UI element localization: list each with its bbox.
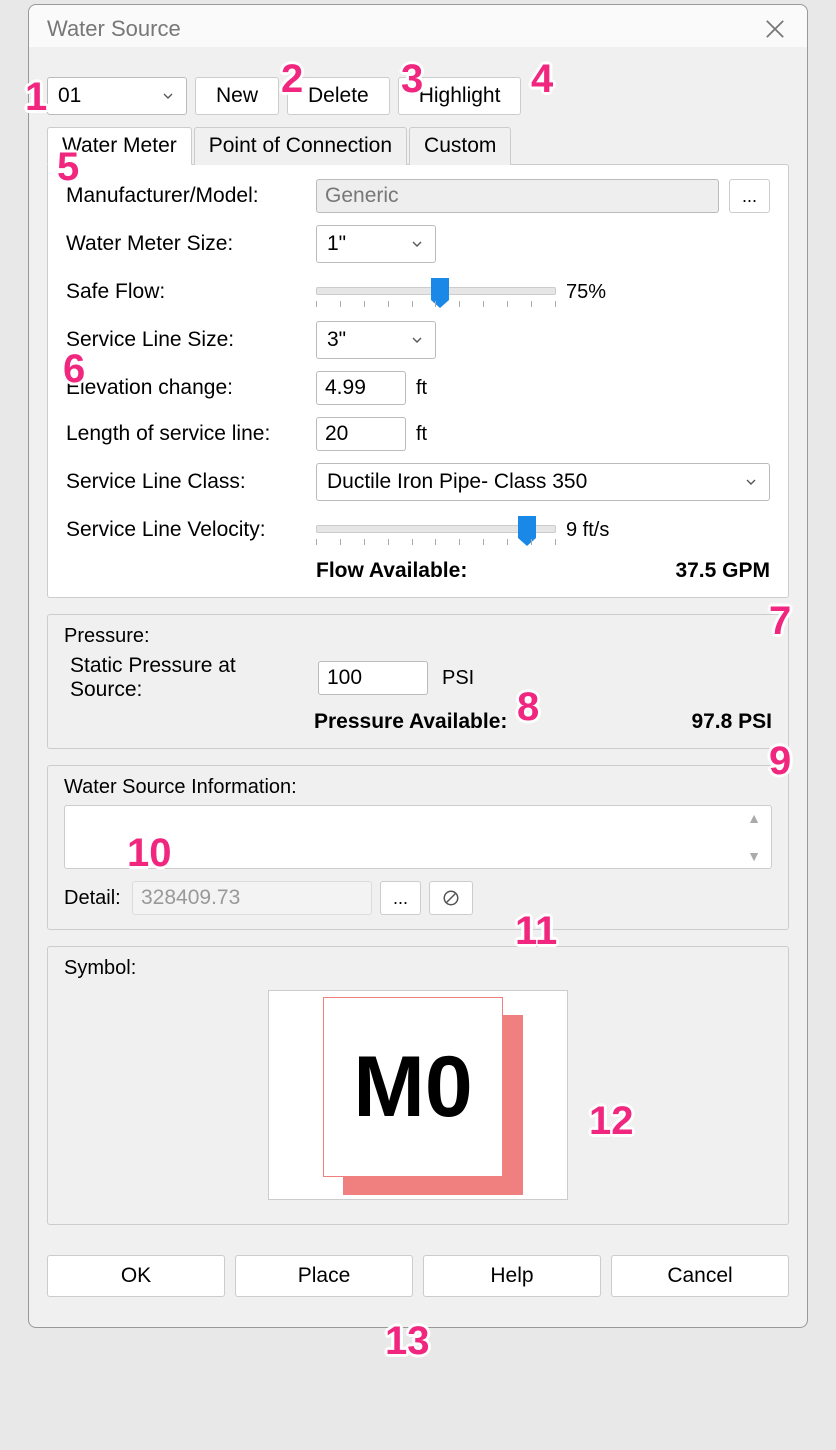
- meter-size-label: Water Meter Size:: [66, 232, 316, 256]
- scroll-up-icon[interactable]: ▲: [747, 810, 761, 826]
- no-entry-icon: [442, 889, 460, 907]
- symbol-group: Symbol: M0: [47, 946, 789, 1225]
- new-button[interactable]: New: [195, 77, 279, 115]
- ok-button[interactable]: OK: [47, 1255, 225, 1297]
- tab-strip: Water Meter Point of Connection Custom: [47, 127, 789, 165]
- water-source-dialog: Water Source 01 New Delete Highlight Wat…: [28, 4, 808, 1328]
- detail-browse-button[interactable]: ...: [380, 881, 421, 915]
- tab-water-meter[interactable]: Water Meter: [47, 127, 192, 165]
- manufacturer-label: Manufacturer/Model:: [66, 184, 316, 208]
- window-title: Water Source: [47, 16, 181, 42]
- pressure-available-label: Pressure Available:: [314, 710, 507, 734]
- delete-button[interactable]: Delete: [287, 77, 390, 115]
- length-unit: ft: [416, 423, 427, 446]
- annotation-13: 13: [385, 1319, 430, 1364]
- velocity-value: 9 ft/s: [566, 519, 609, 542]
- scroll-down-icon[interactable]: ▼: [747, 848, 761, 864]
- length-field[interactable]: [316, 417, 406, 451]
- manufacturer-browse-button[interactable]: ...: [729, 179, 770, 213]
- chevron-down-icon: [409, 236, 425, 252]
- water-source-info-textarea[interactable]: ▲ ▼: [64, 805, 772, 869]
- elevation-unit: ft: [416, 377, 427, 400]
- symbol-preview: M0: [268, 990, 568, 1200]
- symbol-group-label: Symbol:: [64, 957, 772, 980]
- water-meter-panel: Manufacturer/Model: Generic ... Water Me…: [47, 164, 789, 598]
- place-button[interactable]: Place: [235, 1255, 413, 1297]
- tab-custom[interactable]: Custom: [409, 127, 511, 165]
- service-line-class-select[interactable]: Ductile Iron Pipe- Class 350: [316, 463, 770, 501]
- pressure-available-value: 97.8 PSI: [691, 710, 772, 734]
- water-source-info-group: Water Source Information: ▲ ▼ Detail: ..…: [47, 765, 789, 930]
- meter-size-select[interactable]: 1": [316, 225, 436, 263]
- source-id-select[interactable]: 01: [47, 77, 187, 115]
- length-label: Length of service line:: [66, 422, 316, 446]
- close-icon[interactable]: [761, 15, 789, 43]
- chevron-down-icon: [409, 332, 425, 348]
- flow-available-value: 37.5 GPM: [675, 559, 770, 583]
- pressure-group: Pressure: Static Pressure at Source: PSI…: [47, 614, 789, 749]
- elevation-field[interactable]: [316, 371, 406, 405]
- detail-label: Detail:: [64, 887, 124, 910]
- titlebar: Water Source: [29, 5, 807, 47]
- static-pressure-label: Static Pressure at Source:: [64, 654, 304, 702]
- velocity-label: Service Line Velocity:: [66, 518, 316, 542]
- dialog-footer: OK Place Help Cancel: [29, 1225, 807, 1307]
- toolbar: 01 New Delete Highlight: [29, 47, 807, 127]
- safe-flow-value: 75%: [566, 281, 606, 304]
- elevation-label: Elevation change:: [66, 376, 316, 400]
- static-pressure-field[interactable]: [318, 661, 428, 695]
- safe-flow-slider[interactable]: [316, 275, 556, 309]
- symbol-text: M0: [353, 1038, 472, 1137]
- highlight-button[interactable]: Highlight: [398, 77, 522, 115]
- static-pressure-unit: PSI: [442, 667, 474, 690]
- help-button[interactable]: Help: [423, 1255, 601, 1297]
- chevron-down-icon: [160, 88, 176, 104]
- water-source-info-label: Water Source Information:: [64, 776, 772, 799]
- detail-field: [132, 881, 372, 915]
- cancel-button[interactable]: Cancel: [611, 1255, 789, 1297]
- source-id-value: 01: [58, 84, 81, 108]
- class-label: Service Line Class:: [66, 470, 316, 494]
- detail-clear-button[interactable]: [429, 881, 473, 915]
- chevron-down-icon: [743, 474, 759, 490]
- service-line-size-select[interactable]: 3": [316, 321, 436, 359]
- manufacturer-field[interactable]: Generic: [316, 179, 719, 213]
- tab-point-of-connection[interactable]: Point of Connection: [194, 127, 407, 165]
- service-line-size-label: Service Line Size:: [66, 328, 316, 352]
- pressure-group-label: Pressure:: [64, 625, 772, 648]
- safe-flow-label: Safe Flow:: [66, 280, 316, 304]
- flow-available-label: Flow Available:: [316, 559, 467, 583]
- velocity-slider[interactable]: [316, 513, 556, 547]
